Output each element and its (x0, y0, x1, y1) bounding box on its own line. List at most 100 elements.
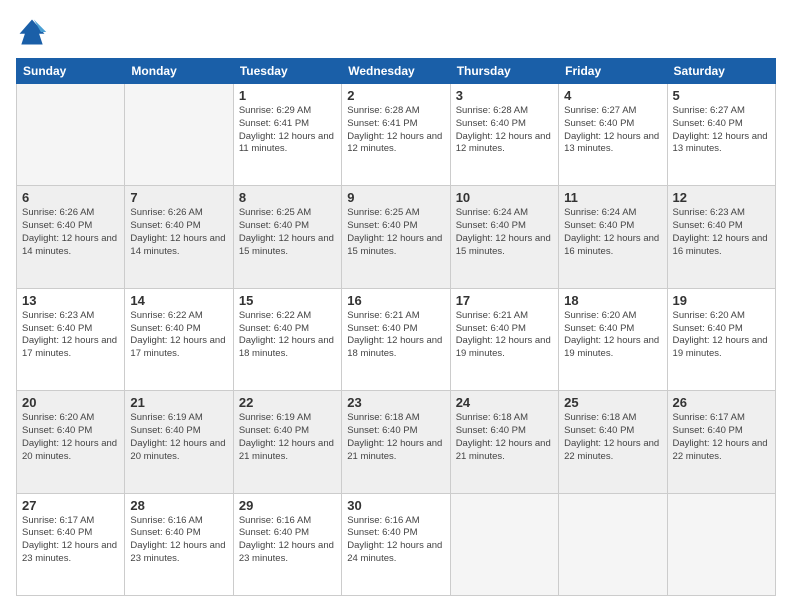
day-info: Sunrise: 6:18 AM Sunset: 6:40 PM Dayligh… (456, 412, 553, 463)
calendar-header-friday: Friday (559, 59, 667, 84)
day-info: Sunrise: 6:21 AM Sunset: 6:40 PM Dayligh… (347, 310, 444, 361)
calendar-cell: 26 Sunrise: 6:17 AM Sunset: 6:40 PM Dayli… (667, 391, 775, 493)
day-info: Sunrise: 6:16 AM Sunset: 6:40 PM Dayligh… (347, 515, 444, 566)
day-number: 12 (673, 190, 770, 205)
day-number: 18 (564, 293, 661, 308)
day-number: 28 (130, 498, 227, 513)
day-number: 16 (347, 293, 444, 308)
day-info: Sunrise: 6:23 AM Sunset: 6:40 PM Dayligh… (22, 310, 119, 361)
calendar-cell: 8 Sunrise: 6:25 AM Sunset: 6:40 PM Daylig… (233, 186, 341, 288)
day-info: Sunrise: 6:25 AM Sunset: 6:40 PM Dayligh… (347, 207, 444, 258)
calendar-week-row: 1Sunrise: 6:29 AM Sunset: 6:41 PM Daylig… (17, 84, 776, 186)
calendar-header-tuesday: Tuesday (233, 59, 341, 84)
calendar-cell: 6Sunrise: 6:26 AM Sunset: 6:40 PM Daylig… (17, 186, 125, 288)
day-number: 20 (22, 395, 119, 410)
calendar-cell (450, 493, 558, 595)
day-number: 6 (22, 190, 119, 205)
day-info: Sunrise: 6:23 AM Sunset: 6:40 PM Dayligh… (673, 207, 770, 258)
calendar-cell: 25 Sunrise: 6:18 AM Sunset: 6:40 PM Dayli… (559, 391, 667, 493)
day-info: Sunrise: 6:24 AM Sunset: 6:40 PM Dayligh… (456, 207, 553, 258)
day-info: Sunrise: 6:20 AM Sunset: 6:40 PM Dayligh… (22, 412, 119, 463)
day-info: Sunrise: 6:16 AM Sunset: 6:40 PM Dayligh… (130, 515, 227, 566)
day-info: Sunrise: 6:24 AM Sunset: 6:40 PM Dayligh… (564, 207, 661, 258)
calendar-week-row: 6 Sunrise: 6:26 AM Sunset: 6:40 PM Daylig… (17, 186, 776, 288)
calendar-header-wednesday: Wednesday (342, 59, 450, 84)
calendar-cell: 29 Sunrise: 6:16 AM Sunset: 6:40 PM Dayli… (233, 493, 341, 595)
day-info: Sunrise: 6:26 AM Sunset: 6:40 PM Dayligh… (130, 207, 227, 258)
calendar-header-monday: Monday (125, 59, 233, 84)
day-number: 13 (22, 293, 119, 308)
day-number: 23 (347, 395, 444, 410)
day-info: Sunrise: 6:18 AM Sunset: 6:40 PM Dayligh… (564, 412, 661, 463)
day-info: Sunrise: 6:29 AM Sunset: 6:41 PM Dayligh… (239, 105, 336, 156)
calendar-cell: 2 Sunrise: 6:28 AM Sunset: 6:41 PM Daylig… (342, 84, 450, 186)
day-info: Sunrise: 6:25 AM Sunset: 6:40 PM Dayligh… (239, 207, 336, 258)
day-number: 5 (673, 88, 770, 103)
day-number: 26 (673, 395, 770, 410)
calendar-cell: 23 Sunrise: 6:18 AM Sunset: 6:40 PM Dayli… (342, 391, 450, 493)
calendar-cell: 19Sunrise: 6:20 AM Sunset: 6:40 PM Dayli… (667, 288, 775, 390)
calendar-cell: 15Sunrise: 6:22 AM Sunset: 6:40 PM Dayli… (233, 288, 341, 390)
calendar-cell: 4 Sunrise: 6:27 AM Sunset: 6:40 PM Daylig… (559, 84, 667, 186)
day-info: Sunrise: 6:27 AM Sunset: 6:40 PM Dayligh… (673, 105, 770, 156)
day-info: Sunrise: 6:17 AM Sunset: 6:40 PM Dayligh… (22, 515, 119, 566)
calendar-cell: 27 Sunrise: 6:17 AM Sunset: 6:40 PM Dayli… (17, 493, 125, 595)
calendar-cell: 28 Sunrise: 6:16 AM Sunset: 6:40 PM Dayli… (125, 493, 233, 595)
calendar-cell: 3 Sunrise: 6:28 AM Sunset: 6:40 PM Daylig… (450, 84, 558, 186)
calendar-cell: 11 Sunrise: 6:24 AM Sunset: 6:40 PM Dayli… (559, 186, 667, 288)
calendar-cell (667, 493, 775, 595)
day-info: Sunrise: 6:20 AM Sunset: 6:40 PM Dayligh… (673, 310, 770, 361)
day-info: Sunrise: 6:28 AM Sunset: 6:41 PM Dayligh… (347, 105, 444, 156)
logo-icon (16, 16, 48, 48)
page: SundayMondayTuesdayWednesdayThursdayFrid… (0, 0, 792, 612)
day-info: Sunrise: 6:22 AM Sunset: 6:40 PM Dayligh… (130, 310, 227, 361)
calendar-cell: 17 Sunrise: 6:21 AM Sunset: 6:40 PM Dayli… (450, 288, 558, 390)
calendar-week-row: 27 Sunrise: 6:17 AM Sunset: 6:40 PM Dayli… (17, 493, 776, 595)
day-info: Sunrise: 6:19 AM Sunset: 6:40 PM Dayligh… (239, 412, 336, 463)
day-number: 3 (456, 88, 553, 103)
calendar-cell: 22 Sunrise: 6:19 AM Sunset: 6:40 PM Dayli… (233, 391, 341, 493)
calendar-cell: 7 Sunrise: 6:26 AM Sunset: 6:40 PM Daylig… (125, 186, 233, 288)
calendar-cell: 18Sunrise: 6:20 AM Sunset: 6:40 PM Dayli… (559, 288, 667, 390)
day-info: Sunrise: 6:27 AM Sunset: 6:40 PM Dayligh… (564, 105, 661, 156)
calendar-cell: 9Sunrise: 6:25 AM Sunset: 6:40 PM Daylig… (342, 186, 450, 288)
header (16, 16, 776, 48)
day-number: 29 (239, 498, 336, 513)
day-number: 15 (239, 293, 336, 308)
day-number: 22 (239, 395, 336, 410)
calendar-cell (125, 84, 233, 186)
calendar-cell: 10 Sunrise: 6:24 AM Sunset: 6:40 PM Dayli… (450, 186, 558, 288)
day-number: 4 (564, 88, 661, 103)
day-info: Sunrise: 6:19 AM Sunset: 6:40 PM Dayligh… (130, 412, 227, 463)
day-number: 27 (22, 498, 119, 513)
day-number: 17 (456, 293, 553, 308)
calendar-header-saturday: Saturday (667, 59, 775, 84)
calendar-week-row: 13 Sunrise: 6:23 AM Sunset: 6:40 PM Dayli… (17, 288, 776, 390)
calendar-cell (559, 493, 667, 595)
day-number: 30 (347, 498, 444, 513)
day-number: 25 (564, 395, 661, 410)
day-number: 10 (456, 190, 553, 205)
day-info: Sunrise: 6:28 AM Sunset: 6:40 PM Dayligh… (456, 105, 553, 156)
calendar-cell: 16 Sunrise: 6:21 AM Sunset: 6:40 PM Dayli… (342, 288, 450, 390)
calendar-cell (17, 84, 125, 186)
calendar-cell: 1Sunrise: 6:29 AM Sunset: 6:41 PM Daylig… (233, 84, 341, 186)
calendar-cell: 24Sunrise: 6:18 AM Sunset: 6:40 PM Dayli… (450, 391, 558, 493)
day-number: 8 (239, 190, 336, 205)
calendar-cell: 20 Sunrise: 6:20 AM Sunset: 6:40 PM Dayli… (17, 391, 125, 493)
calendar-cell: 14Sunrise: 6:22 AM Sunset: 6:40 PM Dayli… (125, 288, 233, 390)
calendar-header-sunday: Sunday (17, 59, 125, 84)
day-info: Sunrise: 6:16 AM Sunset: 6:40 PM Dayligh… (239, 515, 336, 566)
day-number: 7 (130, 190, 227, 205)
calendar-cell: 13 Sunrise: 6:23 AM Sunset: 6:40 PM Dayli… (17, 288, 125, 390)
calendar-table: SundayMondayTuesdayWednesdayThursdayFrid… (16, 58, 776, 596)
calendar-cell: 12 Sunrise: 6:23 AM Sunset: 6:40 PM Dayli… (667, 186, 775, 288)
calendar-week-row: 20 Sunrise: 6:20 AM Sunset: 6:40 PM Dayli… (17, 391, 776, 493)
day-number: 11 (564, 190, 661, 205)
day-info: Sunrise: 6:17 AM Sunset: 6:40 PM Dayligh… (673, 412, 770, 463)
day-info: Sunrise: 6:21 AM Sunset: 6:40 PM Dayligh… (456, 310, 553, 361)
calendar-cell: 30 Sunrise: 6:16 AM Sunset: 6:40 PM Dayli… (342, 493, 450, 595)
day-info: Sunrise: 6:18 AM Sunset: 6:40 PM Dayligh… (347, 412, 444, 463)
calendar-cell: 21Sunrise: 6:19 AM Sunset: 6:40 PM Dayli… (125, 391, 233, 493)
day-number: 2 (347, 88, 444, 103)
